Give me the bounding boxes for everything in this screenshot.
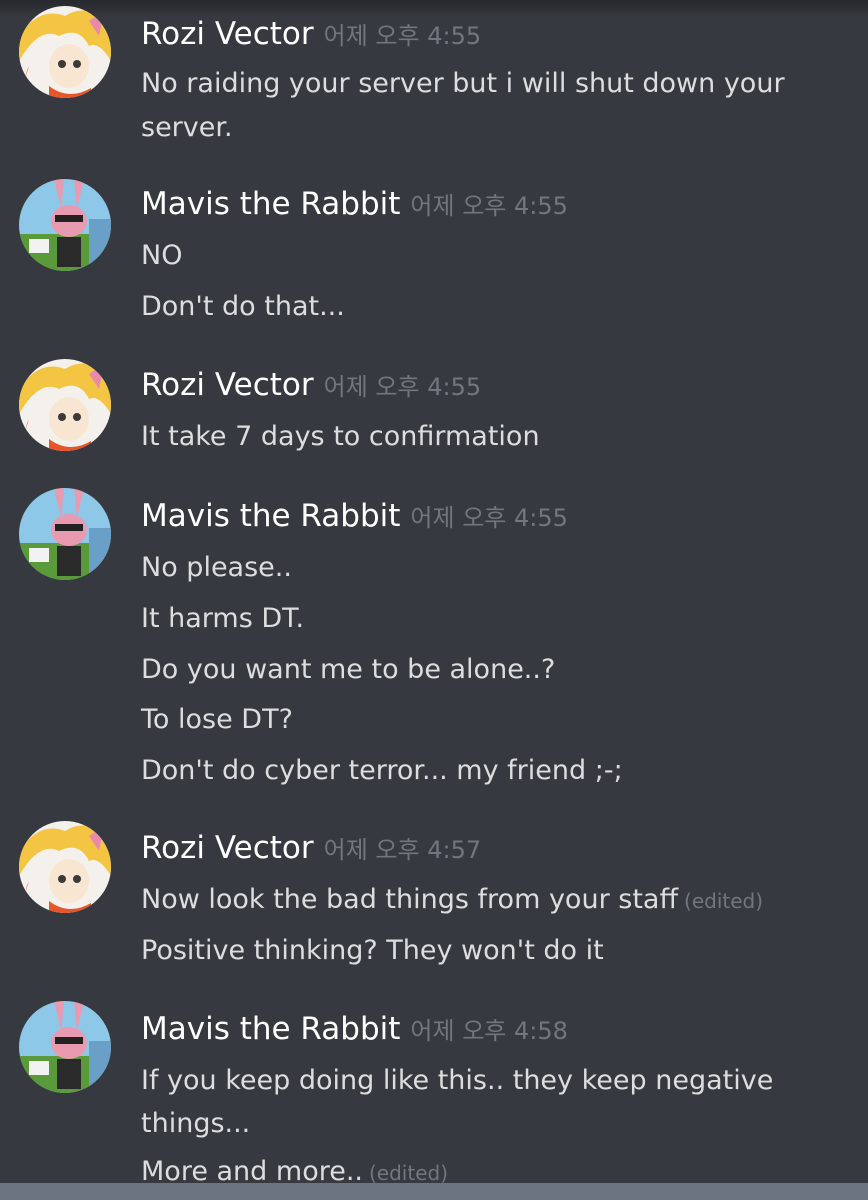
username[interactable]: Rozi Vector: [141, 16, 314, 52]
edited-marker: (edited): [684, 889, 764, 913]
timestamp: 어제 오후 4:57: [323, 836, 482, 864]
message-text: server.: [141, 112, 233, 143]
timestamp: 어제 오후 4:55: [410, 504, 568, 532]
message-header: Mavis the Rabbit 어제 오후 4:55: [141, 496, 568, 536]
message-text: Don't do that...: [141, 291, 345, 322]
username[interactable]: Mavis the Rabbit: [141, 186, 400, 222]
message-text: NO: [141, 240, 183, 271]
username[interactable]: Mavis the Rabbit: [141, 498, 400, 534]
rozi-avatar[interactable]: [19, 359, 111, 451]
username[interactable]: Mavis the Rabbit: [141, 1011, 400, 1047]
timestamp: 어제 오후 4:55: [323, 373, 482, 401]
message-header: Rozi Vector 어제 오후 4:55: [141, 365, 481, 405]
message-text: Don't do cyber terror... my friend ;-;: [141, 755, 623, 786]
message-text: It harms DT.: [141, 603, 305, 634]
message-header: Mavis the Rabbit 어제 오후 4:58: [141, 1009, 568, 1049]
message-text-content: Now look the bad things from your staff: [141, 884, 679, 915]
bottom-bar: [0, 1183, 868, 1200]
mavis-avatar[interactable]: [19, 179, 111, 271]
mavis-avatar[interactable]: [19, 488, 111, 580]
message-text: No please..: [141, 552, 292, 583]
username[interactable]: Rozi Vector: [141, 367, 314, 403]
mavis-avatar[interactable]: [19, 1001, 111, 1093]
message-text: Positive thinking? They won't do it: [141, 935, 604, 966]
message-text: Do you want me to be alone..?: [141, 654, 556, 685]
message-text: No raiding your server but i will shut d…: [141, 68, 785, 99]
username[interactable]: Rozi Vector: [141, 830, 314, 866]
message-text: things...: [141, 1108, 251, 1139]
message-text: It take 7 days to confirmation: [141, 421, 540, 452]
timestamp: 어제 오후 4:55: [323, 22, 482, 50]
edited-marker: (edited): [369, 1161, 449, 1185]
message-text: To lose DT?: [141, 704, 293, 735]
timestamp: 어제 오후 4:58: [410, 1017, 568, 1045]
rozi-avatar[interactable]: [19, 6, 111, 98]
timestamp: 어제 오후 4:55: [410, 192, 568, 220]
message-header: Rozi Vector 어제 오후 4:57: [141, 828, 481, 868]
message-text: If you keep doing like this.. they keep …: [141, 1065, 774, 1096]
message-text: Now look the bad things from your staff(…: [141, 878, 763, 923]
message-header: Mavis the Rabbit 어제 오후 4:55: [141, 184, 568, 224]
rozi-avatar[interactable]: [19, 821, 111, 913]
message-header: Rozi Vector 어제 오후 4:55: [141, 14, 481, 54]
